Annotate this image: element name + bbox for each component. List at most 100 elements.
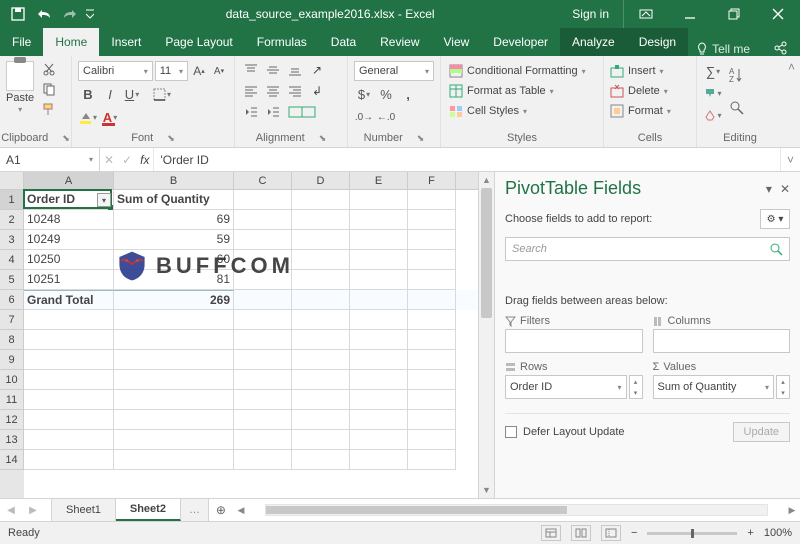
- align-middle-icon[interactable]: [263, 61, 283, 79]
- hscroll-right-icon[interactable]: ▶: [784, 505, 800, 516]
- sheet-tab[interactable]: Sheet1: [52, 499, 116, 521]
- row-header[interactable]: 14: [0, 450, 24, 470]
- cell[interactable]: [24, 410, 114, 430]
- sheet-tab[interactable]: Sheet2: [116, 499, 181, 521]
- cell[interactable]: 81: [114, 270, 234, 290]
- collapse-ribbon-icon[interactable]: ˄: [783, 56, 800, 147]
- cell[interactable]: [234, 430, 292, 450]
- redo-icon[interactable]: [58, 2, 82, 26]
- cell[interactable]: [114, 330, 234, 350]
- cell[interactable]: [24, 310, 114, 330]
- cell[interactable]: [292, 250, 350, 270]
- cell[interactable]: [408, 330, 456, 350]
- clear-icon[interactable]: [703, 105, 723, 125]
- cancel-formula-icon[interactable]: ✕: [104, 153, 114, 167]
- cell[interactable]: [292, 370, 350, 390]
- cell[interactable]: [350, 390, 408, 410]
- cut-icon[interactable]: [38, 60, 60, 78]
- fill-down-icon[interactable]: [703, 83, 723, 103]
- cell[interactable]: [408, 270, 456, 290]
- wrap-text-icon[interactable]: ↲: [307, 82, 327, 100]
- font-color-icon[interactable]: A: [100, 107, 120, 127]
- format-painter-icon[interactable]: [38, 100, 60, 118]
- percent-format-icon[interactable]: %: [376, 84, 396, 104]
- enter-formula-icon[interactable]: ✓: [122, 153, 132, 167]
- hscroll-left-icon[interactable]: ◀: [233, 505, 249, 516]
- cell[interactable]: [408, 290, 456, 310]
- cell[interactable]: [292, 230, 350, 250]
- cell[interactable]: [234, 310, 292, 330]
- comma-format-icon[interactable]: ,: [398, 84, 418, 104]
- zoom-slider[interactable]: [647, 532, 737, 535]
- cell[interactable]: [350, 430, 408, 450]
- cell[interactable]: [114, 310, 234, 330]
- row-header[interactable]: 3: [0, 230, 24, 250]
- cell[interactable]: [292, 390, 350, 410]
- col-header[interactable]: A: [24, 172, 114, 189]
- autosum-icon[interactable]: ∑: [703, 61, 723, 81]
- insert-cells-button[interactable]: Insert▾: [610, 61, 690, 81]
- cell[interactable]: [408, 390, 456, 410]
- number-launcher-icon[interactable]: ⬊: [417, 133, 425, 144]
- cell[interactable]: [234, 190, 292, 210]
- cell[interactable]: [292, 310, 350, 330]
- cell[interactable]: [234, 330, 292, 350]
- cell[interactable]: [24, 370, 114, 390]
- align-right-icon[interactable]: [285, 82, 305, 100]
- undo-icon[interactable]: [32, 2, 56, 26]
- align-left-icon[interactable]: [241, 82, 261, 100]
- expand-formula-bar-icon[interactable]: ˅: [780, 148, 800, 171]
- cell[interactable]: [234, 230, 292, 250]
- cell[interactable]: 59: [114, 230, 234, 250]
- row-header[interactable]: 10: [0, 370, 24, 390]
- tab-insert[interactable]: Insert: [99, 28, 153, 56]
- alignment-launcher-icon[interactable]: ⬊: [319, 133, 327, 144]
- hscroll-thumb[interactable]: [266, 506, 567, 514]
- zoom-out-icon[interactable]: −: [631, 527, 637, 539]
- cell[interactable]: [234, 290, 292, 310]
- cell[interactable]: [234, 370, 292, 390]
- rows-area-field[interactable]: Order ID▾: [505, 375, 627, 399]
- minimize-icon[interactable]: [668, 0, 712, 28]
- cell[interactable]: 69: [114, 210, 234, 230]
- cell[interactable]: [114, 390, 234, 410]
- cell[interactable]: [350, 310, 408, 330]
- sheet-nav-next-icon[interactable]: ▶: [22, 499, 44, 521]
- defer-update-checkbox[interactable]: [505, 426, 517, 438]
- cell[interactable]: [234, 250, 292, 270]
- cell[interactable]: [408, 430, 456, 450]
- row-header[interactable]: 5: [0, 270, 24, 290]
- tab-formulas[interactable]: Formulas: [245, 28, 319, 56]
- cell[interactable]: [350, 410, 408, 430]
- font-launcher-icon[interactable]: ⬊: [167, 133, 175, 144]
- orientation-icon[interactable]: ↗: [307, 61, 327, 79]
- col-header[interactable]: B: [114, 172, 234, 189]
- scroll-thumb[interactable]: [481, 188, 492, 318]
- select-all-corner[interactable]: [0, 172, 24, 189]
- row-header[interactable]: 6: [0, 290, 24, 310]
- cell[interactable]: [114, 430, 234, 450]
- conditional-formatting-button[interactable]: Conditional Formatting▾: [447, 61, 597, 81]
- cell[interactable]: [292, 210, 350, 230]
- cell[interactable]: [114, 450, 234, 470]
- share-icon[interactable]: [760, 40, 800, 56]
- columns-area[interactable]: [653, 329, 791, 353]
- cell[interactable]: [114, 370, 234, 390]
- cell[interactable]: [234, 270, 292, 290]
- cell[interactable]: [292, 290, 350, 310]
- tab-view[interactable]: View: [432, 28, 482, 56]
- cell[interactable]: [350, 270, 408, 290]
- row-header[interactable]: 13: [0, 430, 24, 450]
- increase-decimal-icon[interactable]: .0→: [354, 107, 374, 127]
- normal-view-icon[interactable]: [541, 525, 561, 541]
- zoom-level[interactable]: 100%: [764, 527, 792, 539]
- row-header[interactable]: 7: [0, 310, 24, 330]
- cell[interactable]: [292, 330, 350, 350]
- ribbon-display-icon[interactable]: [624, 0, 668, 28]
- cell[interactable]: [408, 230, 456, 250]
- delete-cells-button[interactable]: Delete▾: [610, 81, 690, 101]
- fill-color-icon[interactable]: [78, 107, 98, 127]
- cell-styles-button[interactable]: Cell Styles▾: [447, 101, 597, 121]
- align-bottom-icon[interactable]: [285, 61, 305, 79]
- row-header[interactable]: 11: [0, 390, 24, 410]
